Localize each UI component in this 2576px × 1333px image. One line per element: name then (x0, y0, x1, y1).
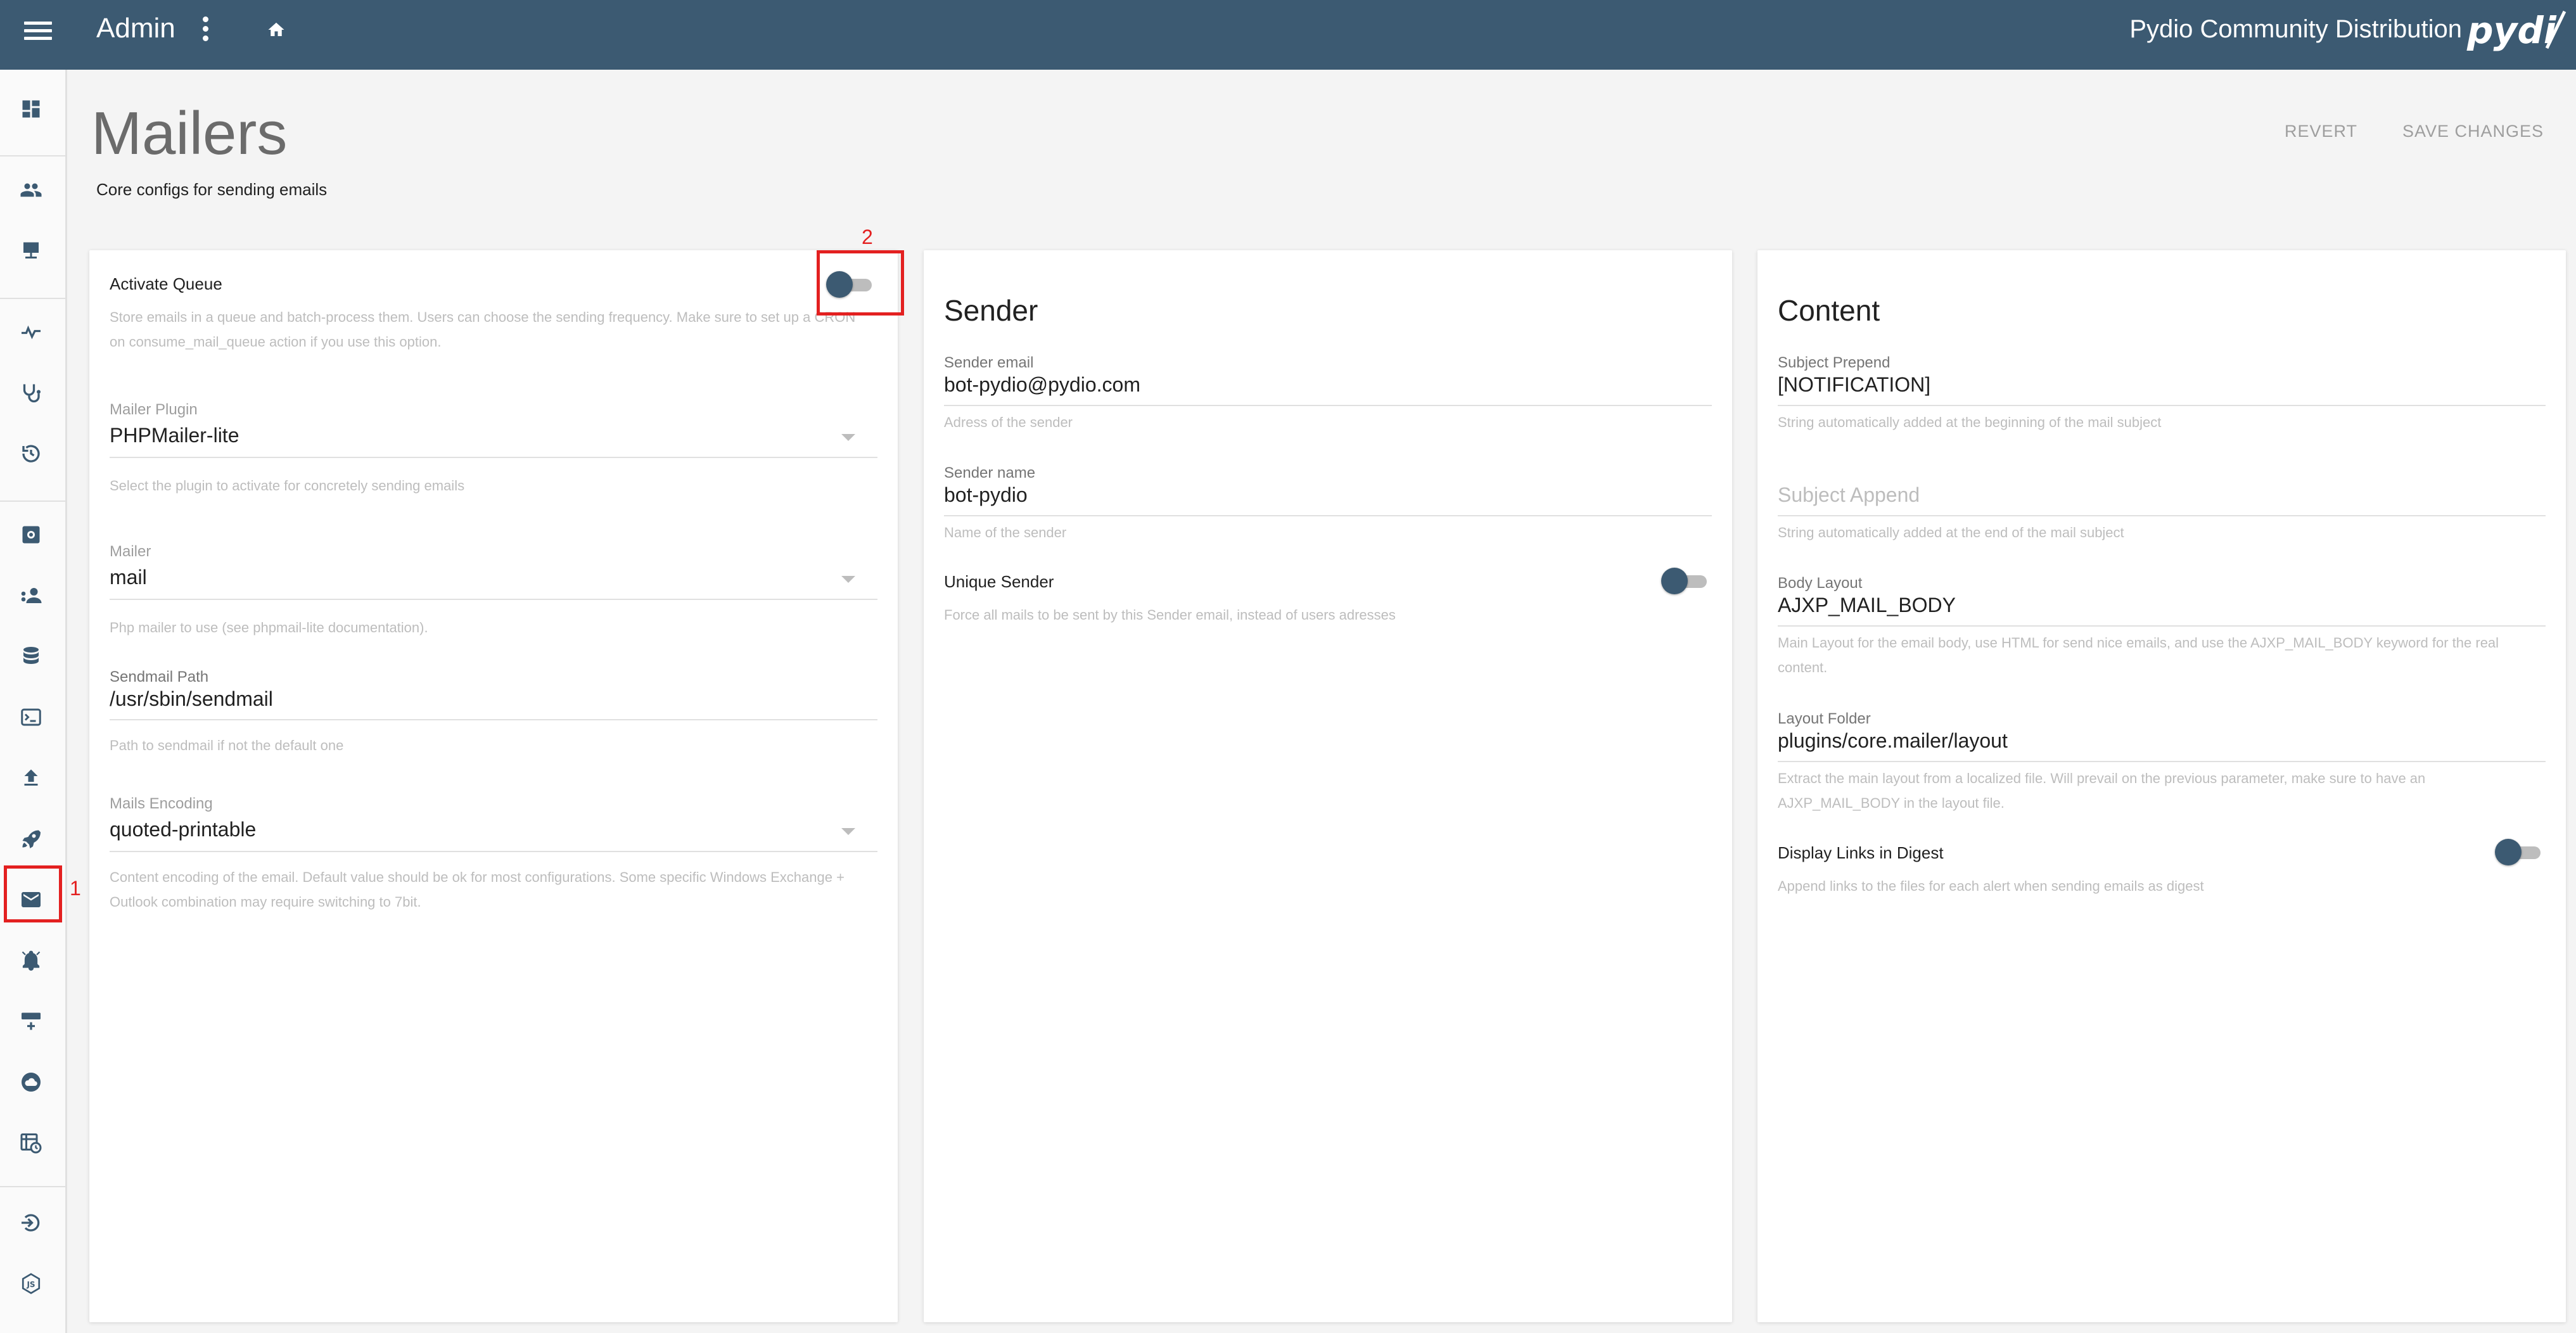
hamburger-menu-icon[interactable] (24, 19, 52, 42)
mailer-plugin-help: Select the plugin to activate for concre… (110, 478, 465, 494)
activate-queue-label: Activate Queue (110, 274, 222, 293)
sender-name-label: Sender name (944, 464, 1036, 482)
save-changes-button[interactable]: SAVE CHANGES (2402, 122, 2544, 141)
annotation-marker-2: 2 (862, 226, 873, 248)
svg-text:JS: JS (26, 1280, 35, 1289)
subject-prepend-label: Subject Prepend (1778, 354, 1891, 371)
unique-sender-toggle[interactable] (1661, 567, 1712, 595)
unique-sender-label: Unique Sender (944, 572, 1054, 591)
sender-email-label: Sender email (944, 354, 1034, 371)
page-subtitle: Core configs for sending emails (96, 180, 328, 199)
activate-queue-help: Store emails in a queue and batch-proces… (110, 309, 856, 350)
datasource-icon[interactable] (20, 645, 42, 668)
mailer-plugin-select[interactable]: PHPMailer-lite (110, 424, 239, 447)
body-layout-label: Body Layout (1778, 575, 1863, 592)
home-icon[interactable] (266, 20, 286, 39)
mailer-dropdown-icon[interactable] (841, 576, 855, 583)
subject-prepend-input[interactable]: [NOTIFICATION] (1778, 373, 1930, 397)
body-layout-help: Main Layout for the email body, use HTML… (1778, 635, 2499, 675)
field-underline (110, 851, 877, 852)
mailer-help: Php mailer to use (see phpmail-lite docu… (110, 620, 428, 635)
cloud-icon[interactable] (20, 1071, 42, 1094)
display-links-help: Append links to the files for each alert… (1778, 878, 2204, 894)
field-underline (110, 599, 877, 600)
sendmail-path-input[interactable]: /usr/sbin/sendmail (110, 687, 273, 711)
revert-button[interactable]: REVERT (2285, 122, 2357, 141)
mailer-settings-card: Activate Queue Store emails in a queue a… (89, 250, 898, 1322)
mailer-plugin-dropdown-icon[interactable] (841, 434, 855, 441)
field-underline (944, 515, 1712, 516)
content-card-title: Content (1778, 294, 1880, 327)
sidebar-divider (0, 298, 67, 299)
page-title: Mailers (91, 99, 288, 167)
scheduler-icon[interactable] (20, 1132, 42, 1154)
rocket-icon[interactable] (20, 827, 42, 850)
app-title: Admin (96, 13, 175, 44)
annotation-marker-1: 1 (70, 877, 81, 900)
top-bar: Admin Pydio Community Distribution pydi (0, 0, 2576, 70)
settings-icon[interactable] (20, 523, 42, 546)
subject-append-help: String automatically added at the end of… (1778, 525, 2124, 540)
workspaces-icon[interactable] (20, 239, 42, 262)
terminal-icon[interactable] (20, 706, 42, 729)
field-underline (1778, 761, 2546, 762)
display-links-toggle[interactable] (2495, 838, 2546, 866)
sidebar-divider (0, 155, 67, 156)
more-options-icon[interactable] (201, 16, 209, 42)
mails-encoding-label: Mails Encoding (110, 795, 213, 812)
upload-icon[interactable] (20, 767, 42, 789)
mailer-plugin-label: Mailer Plugin (110, 401, 198, 418)
user-settings-icon[interactable] (20, 584, 42, 607)
field-underline (1778, 405, 2546, 406)
unique-sender-help: Force all mails to be sent by this Sende… (944, 607, 1396, 623)
server-icon[interactable] (20, 1010, 42, 1033)
login-icon[interactable] (20, 1211, 42, 1234)
history-icon[interactable] (20, 442, 42, 465)
layout-folder-input[interactable]: plugins/core.mailer/layout (1778, 729, 2008, 753)
layout-folder-label: Layout Folder (1778, 710, 1871, 727)
sendmail-path-help: Path to sendmail if not the default one (110, 737, 344, 753)
sender-email-help: Adress of the sender (944, 414, 1073, 430)
dashboard-icon[interactable] (20, 98, 42, 120)
sender-email-input[interactable]: bot-pydio@pydio.com (944, 373, 1140, 397)
svg-text:pydi: pydi (2466, 9, 2557, 52)
field-underline (1778, 625, 2546, 627)
sidebar-divider (0, 1186, 67, 1187)
mailer-select[interactable]: mail (110, 566, 147, 589)
sender-name-input[interactable]: bot-pydio (944, 483, 1028, 507)
users-icon[interactable] (20, 179, 42, 201)
mails-encoding-select[interactable]: quoted-printable (110, 818, 256, 841)
pydio-logo-icon: pydi (2466, 6, 2567, 56)
brand-name: Pydio Community Distribution (2129, 15, 2462, 43)
sender-card-title: Sender (944, 294, 1038, 327)
mails-encoding-help: Content encoding of the email. Default v… (110, 869, 845, 910)
mailer-label: Mailer (110, 543, 151, 560)
alarm-icon[interactable] (20, 949, 42, 972)
developer-icon[interactable]: JS (20, 1272, 42, 1295)
field-underline (1778, 515, 2546, 516)
field-underline (944, 405, 1712, 406)
sidebar: JS (0, 70, 67, 1333)
body-layout-input[interactable]: AJXP_MAIL_BODY (1778, 594, 1956, 617)
activity-icon[interactable] (20, 321, 42, 343)
highlight-box-2 (817, 250, 904, 316)
field-underline (110, 457, 877, 458)
sender-name-help: Name of the sender (944, 525, 1067, 540)
sidebar-divider (0, 501, 67, 502)
sender-card: Sender Sender email bot-pydio@pydio.com … (924, 250, 1732, 1322)
diagnostic-icon[interactable] (20, 381, 42, 404)
content-card: Content Subject Prepend [NOTIFICATION] S… (1757, 250, 2566, 1322)
subject-append-input[interactable]: Subject Append (1778, 483, 1920, 507)
display-links-label: Display Links in Digest (1778, 843, 1944, 862)
mails-encoding-dropdown-icon[interactable] (841, 828, 855, 835)
sendmail-path-label: Sendmail Path (110, 668, 209, 686)
subject-prepend-help: String automatically added at the beginn… (1778, 414, 2162, 430)
layout-folder-help: Extract the main layout from a localized… (1778, 770, 2426, 811)
field-underline (110, 719, 877, 720)
highlight-box-1 (4, 865, 62, 922)
